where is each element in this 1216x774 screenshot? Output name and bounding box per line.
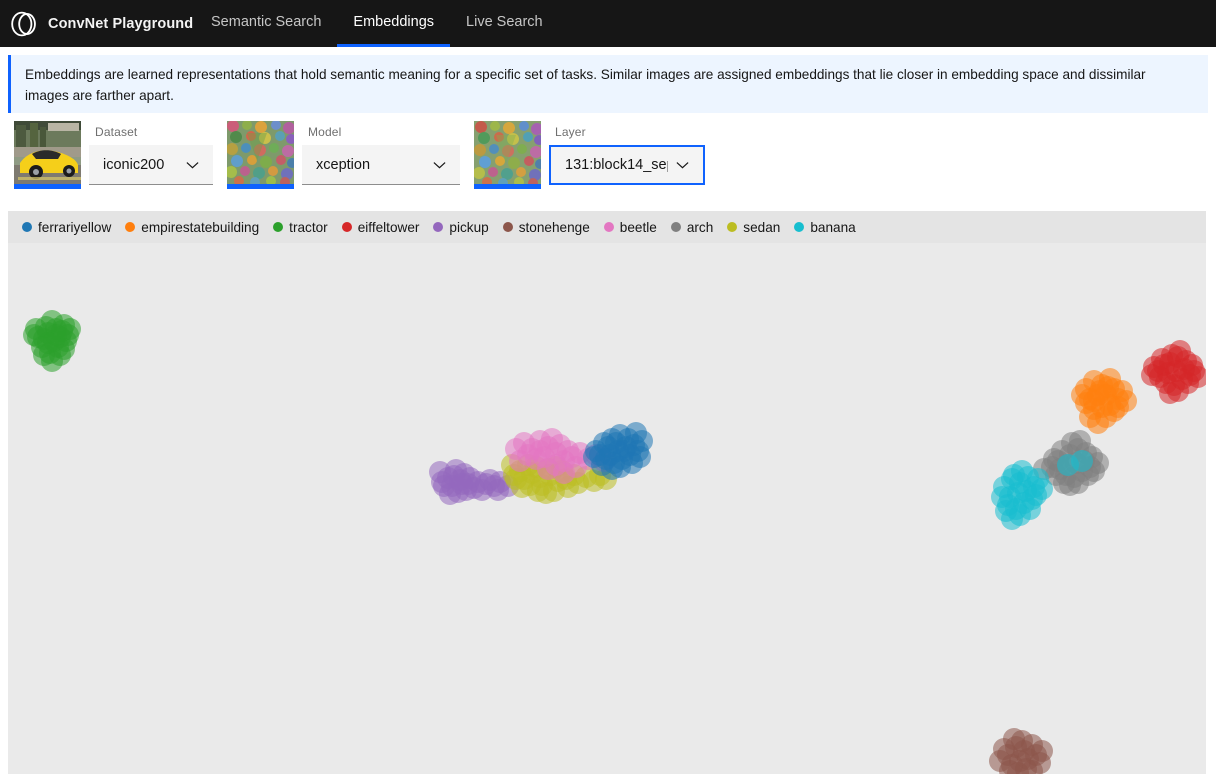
yellow-ferrari-photo	[14, 121, 81, 184]
layer-select[interactable]: 131:block14_sepc	[549, 145, 705, 185]
layer-select-wrap: Layer 131:block14_sepc	[549, 121, 705, 185]
chevron-down-icon	[676, 162, 689, 169]
legend-item-stonehenge[interactable]: stonehenge	[502, 219, 590, 235]
scatter-point[interactable]	[53, 338, 75, 360]
layer-thumbnail[interactable]	[474, 121, 541, 189]
tab-semantic-search[interactable]: Semantic Search	[195, 0, 337, 47]
dataset-thumbnail[interactable]	[14, 121, 81, 189]
legend-item-label: stonehenge	[518, 219, 590, 235]
scatter-series-tractor	[23, 310, 81, 372]
model-select[interactable]: xception	[302, 145, 460, 185]
legend-item-label: ferrariyellow	[38, 219, 112, 235]
legend-item-ferrariyellow[interactable]: ferrariyellow	[22, 220, 111, 235]
info-banner-text: Embeddings are learned representations t…	[25, 67, 1146, 103]
dataset-select[interactable]: iconic200	[89, 145, 213, 185]
scatter-series-stonehenge	[989, 728, 1053, 774]
scatter-point[interactable]	[1069, 430, 1091, 452]
scatter-point[interactable]	[609, 456, 631, 478]
legend-item-beetle[interactable]: beetle	[603, 219, 657, 235]
scatter-point[interactable]	[1071, 450, 1093, 472]
scatter-point[interactable]	[529, 440, 551, 462]
legend-item-label: arch	[686, 219, 714, 235]
overlapping-circles-logo-icon	[11, 11, 36, 36]
chevron-down-icon	[186, 161, 199, 169]
scatter-point[interactable]	[1141, 364, 1163, 386]
legend-color-swatch	[273, 222, 284, 232]
scatter-point[interactable]	[1001, 508, 1023, 530]
main-nav: Semantic Search Embeddings Live Search	[195, 0, 559, 47]
tab-live-search[interactable]: Live Search	[450, 0, 559, 47]
model-thumbnail[interactable]	[227, 121, 294, 189]
model-select-wrap: Model xception	[302, 121, 460, 185]
scatter-point[interactable]	[1083, 390, 1105, 412]
model-select-value: xception	[316, 156, 371, 173]
legend-item-label: eiffeltower	[357, 219, 420, 235]
scatter-point[interactable]	[451, 473, 473, 495]
legend-color-swatch	[727, 222, 738, 232]
legend-item-banana[interactable]: banana	[794, 219, 856, 235]
scatter-point[interactable]	[509, 450, 531, 472]
legend-color-swatch	[670, 222, 681, 232]
legend-item-label: banana	[810, 219, 856, 235]
layer-select-value: 131:block14_sepc	[565, 157, 668, 173]
feature-visualization-image	[227, 121, 294, 184]
scatter-point[interactable]	[1115, 390, 1137, 412]
chevron-down-icon	[433, 161, 446, 169]
scatter-point[interactable]	[1003, 728, 1025, 750]
legend-item-label: sedan	[743, 219, 781, 235]
scatter-point[interactable]	[1159, 382, 1181, 404]
info-banner: Embeddings are learned representations t…	[8, 55, 1208, 113]
legend-item-label: beetle	[619, 219, 657, 235]
dataset-select-wrap: Dataset iconic200	[89, 121, 213, 185]
dataset-select-value: iconic200	[103, 156, 165, 173]
legend-color-swatch	[22, 222, 32, 232]
legend-item-eiffeltower[interactable]: eiffeltower	[341, 219, 420, 235]
chart-legend: ferrariyellow empirestatebuilding tractor e…	[8, 211, 1206, 243]
controls-bar: Dataset iconic200 Model xception Layer 1…	[0, 121, 1216, 197]
legend-color-swatch	[341, 222, 352, 232]
scatter-series-ferrariyellow	[583, 422, 653, 480]
tab-label: Semantic Search	[211, 14, 322, 30]
layer-label: Layer	[555, 125, 586, 139]
legend-color-swatch	[433, 222, 444, 232]
embedding-scatter-plot[interactable]	[8, 243, 1206, 774]
tab-label: Embeddings	[353, 14, 435, 30]
legend-color-swatch	[603, 222, 614, 232]
scatter-canvas	[23, 310, 1206, 774]
brand: ConvNet Playground	[0, 10, 195, 38]
scatter-point[interactable]	[527, 480, 549, 502]
legend-color-swatch	[502, 222, 513, 232]
legend-item-tractor[interactable]: tractor	[273, 220, 328, 235]
scatter-point[interactable]	[59, 318, 81, 340]
legend-item-label: pickup	[449, 219, 489, 235]
brand-title: ConvNet Playground	[48, 15, 194, 32]
tab-embeddings[interactable]: Embeddings	[337, 0, 451, 47]
app-header: ConvNet Playground Semantic Search Embed…	[0, 0, 1216, 47]
tab-label: Live Search	[466, 14, 543, 30]
feature-visualization-image	[474, 121, 541, 184]
legend-item-label: tractor	[289, 219, 328, 235]
scatter-point[interactable]	[1031, 740, 1053, 762]
scatter-point[interactable]	[583, 446, 605, 468]
legend-item-empirestatebuilding[interactable]: empirestatebuilding	[125, 220, 259, 235]
layer-control-group: Layer 131:block14_sepc	[460, 121, 705, 189]
legend-item-sedan[interactable]: sedan	[727, 220, 780, 235]
legend-color-swatch	[794, 222, 805, 232]
model-control-group: Model xception	[213, 121, 460, 189]
dataset-label: Dataset	[95, 125, 138, 139]
legend-color-swatch	[125, 222, 136, 232]
scatter-point[interactable]	[1031, 478, 1053, 500]
model-label: Model	[308, 125, 342, 139]
scatter-point[interactable]	[629, 446, 651, 468]
legend-item-pickup[interactable]: pickup	[433, 219, 489, 235]
legend-item-label: empirestatebuilding	[141, 219, 260, 235]
legend-item-arch[interactable]: arch	[670, 219, 714, 235]
scatter-series-empirestatebuilding	[1071, 368, 1137, 434]
scatter-series-eiffeltower	[1141, 340, 1206, 404]
dataset-control-group: Dataset iconic200	[0, 121, 213, 189]
